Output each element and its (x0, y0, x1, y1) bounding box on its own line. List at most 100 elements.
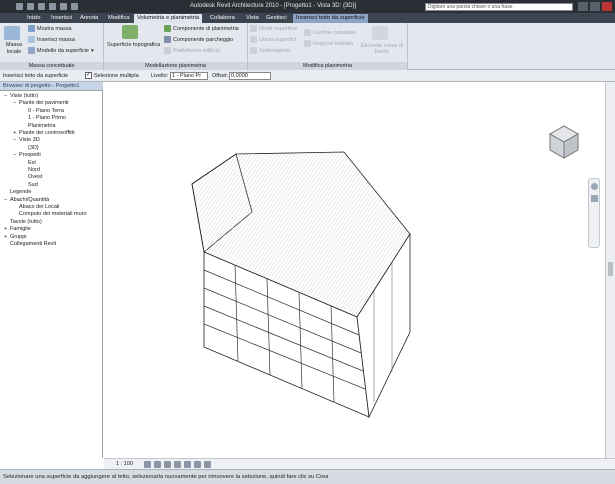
search-input[interactable]: Digitare una parola chiave o una frase (425, 3, 573, 11)
open-icon[interactable] (27, 3, 34, 10)
tree-item[interactable]: Planimetria (22, 123, 56, 130)
show-crop-icon[interactable] (184, 461, 191, 468)
label-contours-icon (372, 26, 388, 40)
multiple-selection-checkbox[interactable]: ✓ (85, 72, 92, 79)
tab-gestisci[interactable]: Gestisci (263, 14, 290, 23)
tab-volumetria[interactable]: Volumetria e planimetria (134, 14, 203, 23)
tree-item[interactable]: − Piante dei pavimenti (13, 100, 69, 107)
tree-item[interactable]: + Piante dei controsoffitti (13, 130, 75, 137)
measure-icon[interactable] (71, 3, 78, 10)
project-browser-header: Browser di progetto - Progetto1 (0, 82, 103, 91)
scroll-thumb[interactable] (608, 262, 613, 276)
shadows-icon[interactable] (164, 461, 171, 468)
tree-item-label: Piante dei pavimenti (19, 100, 69, 107)
multiple-selection-label: Selezione multipla (94, 73, 139, 79)
tree-item-label: Planimetria (28, 122, 56, 129)
level-select[interactable]: 1 - Piano Pr (170, 72, 208, 80)
tab-modifica[interactable]: Modifica (105, 14, 133, 23)
etichetta-curve-button[interactable]: Etichetta curve di livello (360, 43, 404, 55)
inserisci-massa-button[interactable]: Inserisci massa (28, 36, 75, 43)
cube-icon (548, 125, 580, 159)
tree-item[interactable]: Computo dei materiali muro (13, 211, 87, 218)
view-scale[interactable]: 1 : 100 (116, 461, 133, 467)
tree-item[interactable]: Est (22, 160, 36, 167)
superficie-topografica-button[interactable]: Superficie topografica (107, 42, 160, 48)
status-bar: Selezionare una superficie da aggiungere… (0, 469, 615, 484)
detail-level-icon[interactable] (144, 461, 151, 468)
close-icon[interactable] (602, 2, 612, 11)
viewcube[interactable] (544, 122, 584, 162)
tab-collabora[interactable]: Collabora (207, 14, 238, 23)
tree-item[interactable]: Sud (22, 182, 38, 189)
tab-vista[interactable]: Vista (243, 14, 262, 23)
tree-item[interactable]: + Gruppi (4, 234, 27, 241)
tree-item-label: Abaco dei Locali (19, 204, 60, 210)
tree-item-label: Gruppi (10, 233, 27, 240)
tree-item-label: Tavole (tutto) (10, 218, 42, 225)
componente-parcheggio-button[interactable]: Componente parcheggio (164, 36, 233, 43)
group-modifica: Dividi superficie Unisci superfici Sotto… (248, 23, 408, 70)
tab-inizio[interactable]: Inizio (24, 14, 44, 23)
steering-wheel-icon[interactable] (591, 183, 598, 190)
tree-item[interactable]: − Abachi/Quantità (4, 197, 49, 204)
mostra-massa-button[interactable]: Mostra massa (28, 25, 72, 32)
regione-livellata-button[interactable]: Regione livellata (304, 40, 353, 47)
tree-item-label: Nord (28, 167, 40, 173)
sottoregione-button[interactable]: Sottoregione (250, 47, 290, 54)
tree-item[interactable]: + Famiglie (4, 226, 31, 233)
view-control-icons (144, 461, 211, 468)
split-icon (250, 25, 257, 32)
tree-item[interactable]: {3D} (22, 145, 39, 152)
tree-item[interactable]: Abaco dei Locali (13, 204, 59, 211)
tree-item[interactable]: − Prospetti (13, 152, 41, 159)
tree-item-label: Est (28, 159, 36, 166)
modello-superficie-button[interactable]: Modello da superficie ▾ (28, 47, 94, 54)
tree-item-label: Ovest (28, 174, 43, 181)
tree-item-label: Legende (10, 189, 32, 196)
reveal-hidden-icon[interactable] (204, 461, 211, 468)
quick-access-toolbar[interactable] (16, 3, 116, 11)
componente-planimetria-button[interactable]: Componente di planimetria (164, 25, 239, 32)
tab-annota[interactable]: Annota (77, 14, 101, 23)
redo-icon[interactable] (60, 3, 67, 10)
tree-item[interactable]: 0 - Piano Terra (22, 108, 64, 115)
project-browser-title: Browser di progetto - Progetto1 (3, 83, 80, 89)
piattaforma-edificio-button[interactable]: Piattaforma edificio (164, 47, 220, 54)
confine-catastale-button[interactable]: Confine catastale (304, 29, 356, 36)
minimize-icon[interactable] (578, 2, 588, 11)
vertical-scrollbar[interactable] (605, 82, 615, 458)
tab-inserisci[interactable]: Inserisci (48, 14, 75, 23)
tree-item-label: 0 - Piano Terra (28, 107, 64, 114)
pad-icon (164, 47, 171, 54)
dividi-superficie-button[interactable]: Dividi superficie (250, 25, 298, 32)
tree-item[interactable]: Legende (4, 189, 31, 196)
options-context-label: Inserisci tetto da superficie (3, 73, 69, 79)
group-label: Modellazione planimetria (104, 62, 247, 70)
tree-item[interactable]: Collegamenti Revit (4, 241, 56, 248)
maximize-icon[interactable] (590, 2, 600, 11)
offset-input[interactable]: 0,0000 (229, 72, 271, 80)
hide-isolate-icon[interactable] (194, 461, 201, 468)
undo-icon[interactable] (49, 3, 56, 10)
app-menu-icon[interactable] (16, 3, 23, 10)
group-label: Modifica planimetria (248, 62, 407, 70)
tree-item[interactable]: − Viste (tutto) (4, 93, 38, 100)
save-icon[interactable] (38, 3, 45, 10)
mass-icon (28, 36, 35, 43)
tree-item[interactable]: Ovest (22, 174, 42, 181)
tab-contextual[interactable]: Inserisci tetto da superficie (293, 14, 368, 23)
unisci-superfici-button[interactable]: Unisci superfici (250, 36, 296, 43)
tree-item[interactable]: 1 - Piano Primo (22, 115, 66, 122)
crop-icon[interactable] (174, 461, 181, 468)
tree-item[interactable]: Tavole (tutto) (4, 219, 42, 226)
view-control-bar: 1 : 100 (104, 458, 615, 469)
tree-item[interactable]: Nord (22, 167, 40, 174)
visual-style-icon[interactable] (154, 461, 161, 468)
topography-icon (122, 25, 138, 39)
tree-item[interactable]: − Viste 3D (13, 137, 40, 144)
group-massa: Massa locale Mostra massa Inserisci mass… (0, 23, 104, 70)
3d-view-canvas[interactable] (104, 82, 605, 458)
massa-locale-button[interactable]: Massa locale (3, 42, 25, 56)
navigation-bar[interactable] (588, 178, 600, 248)
zoom-icon[interactable] (591, 195, 598, 202)
